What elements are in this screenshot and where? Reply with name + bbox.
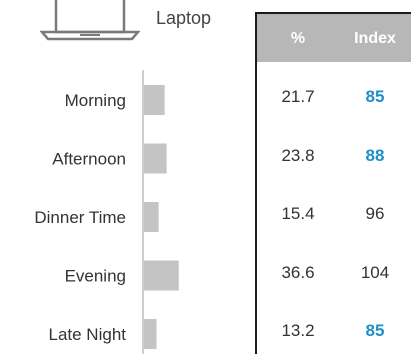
index-cell: 104 xyxy=(360,262,390,282)
bar-dinner-time xyxy=(144,202,159,232)
percent-cell: 23.8 xyxy=(281,145,315,165)
bar-morning xyxy=(144,85,165,115)
header-percent: % xyxy=(290,30,306,47)
daypart-bar-chart: Morning Afternoon Dinner Time Evening Late N… xyxy=(34,70,179,354)
category-label: Evening xyxy=(65,267,126,286)
table-row: 21.7 85 xyxy=(257,87,411,117)
index-cell: 85 xyxy=(365,321,385,340)
bar-late-night xyxy=(144,319,157,349)
index-cell: 88 xyxy=(365,145,385,165)
percent-cell: 15.4 xyxy=(281,204,315,223)
table-row: 13.2 85 xyxy=(257,321,411,351)
table-row: 23.8 88 xyxy=(257,146,411,176)
bar-evening xyxy=(144,260,179,291)
index-cell: 96 xyxy=(365,204,385,223)
table-header: % Index xyxy=(257,14,411,62)
category-label: Dinner Time xyxy=(34,208,126,227)
stats-table: % Index 21.7 85 23.8 88 15.4 96 36.6 104 13.2 85 xyxy=(255,12,411,354)
bar-afternoon xyxy=(144,143,167,174)
table-row: 36.6 104 xyxy=(257,263,411,293)
percent-cell: 21.7 xyxy=(281,87,315,106)
category-label: Morning xyxy=(65,91,126,110)
percent-cell: 36.6 xyxy=(281,262,315,282)
index-cell: 85 xyxy=(365,87,385,106)
table-row: 15.4 96 xyxy=(257,204,411,234)
category-label: Afternoon xyxy=(52,150,126,169)
percent-cell: 13.2 xyxy=(281,321,315,340)
header-index: Index xyxy=(354,30,396,47)
category-label: Late Night xyxy=(49,325,127,344)
